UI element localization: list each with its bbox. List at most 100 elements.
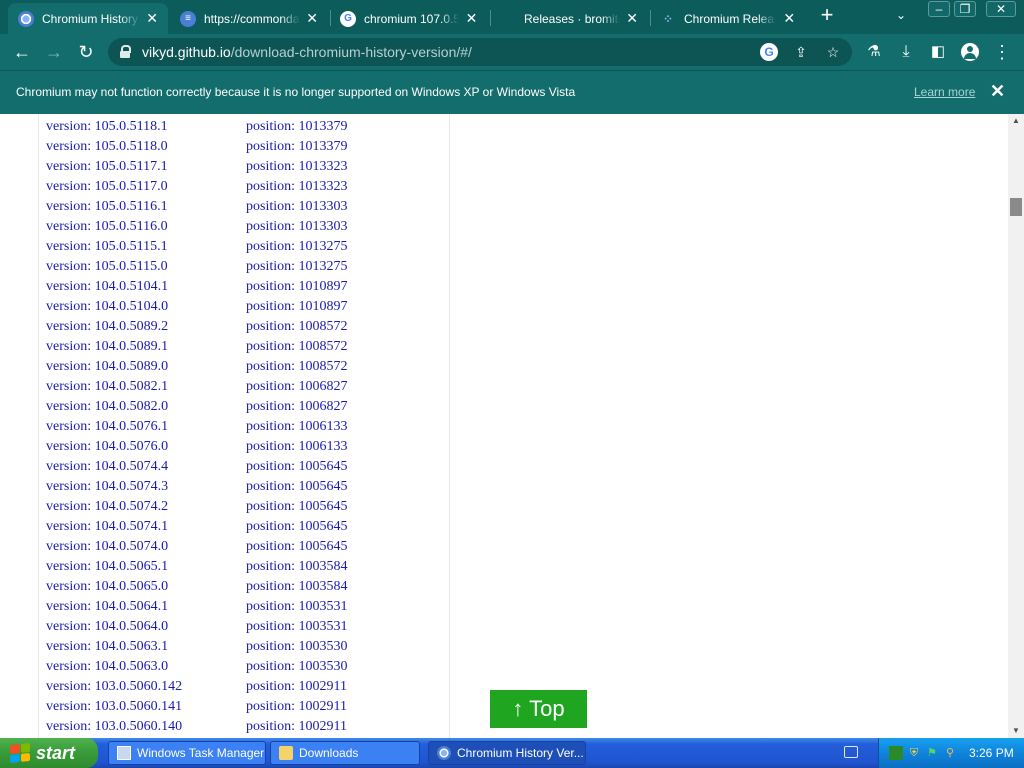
download-icon[interactable]: ⤓ [894,40,918,64]
version-row[interactable]: version: 105.0.5116.0 position: 1013303 [46,217,446,237]
version-row[interactable]: version: 104.0.5076.1 position: 1006133 [46,417,446,437]
version-link[interactable]: version: 104.0.5076.0 [46,437,246,457]
tab-search-chevron-icon[interactable]: ⌄ [896,8,906,22]
tab-chromium-releases[interactable]: ⁘ Chromium Releases ✕ [650,3,806,34]
back-to-top-button[interactable]: ↑ Top [490,690,587,728]
version-link[interactable]: version: 104.0.5064.0 [46,617,246,637]
position-link[interactable]: position: 1013379 [246,137,446,157]
version-row[interactable]: version: 104.0.5074.4 position: 1005645 [46,457,446,477]
position-link[interactable]: position: 1006133 [246,437,446,457]
version-link[interactable]: version: 104.0.5104.0 [46,297,246,317]
position-link[interactable]: position: 1003531 [246,597,446,617]
side-panel-icon[interactable]: ◧ [926,40,950,64]
version-row[interactable]: version: 105.0.5118.0 position: 1013379 [46,137,446,157]
close-tab-icon[interactable]: ✕ [465,10,478,27]
version-link[interactable]: version: 103.0.5060.141 [46,697,246,717]
version-row[interactable]: version: 105.0.5117.0 position: 1013323 [46,177,446,197]
scroll-down-arrow-icon[interactable]: ▼ [1008,724,1024,738]
reload-icon[interactable]: ↻ [74,40,98,64]
forward-arrow-icon[interactable]: → [42,40,66,64]
version-link[interactable]: version: 105.0.5116.1 [46,197,246,217]
url-text[interactable]: vikyd.github.io/download-chromium-histor… [142,44,472,60]
minimize-button[interactable]: – [928,1,950,17]
scrollbar-thumb[interactable] [1010,198,1022,216]
version-link[interactable]: version: 104.0.5082.1 [46,377,246,397]
version-link[interactable]: version: 104.0.5089.2 [46,317,246,337]
version-row[interactable]: version: 105.0.5115.0 position: 1013275 [46,257,446,277]
close-tab-icon[interactable]: ✕ [782,10,796,27]
version-row[interactable]: version: 103.0.5060.141 position: 1002911 [46,697,446,717]
labs-flask-icon[interactable]: ⚗ [862,40,886,64]
position-link[interactable]: position: 1008572 [246,357,446,377]
close-tab-icon[interactable]: ✕ [146,10,158,27]
position-link[interactable]: position: 1013275 [246,257,446,277]
version-link[interactable]: version: 104.0.5082.0 [46,397,246,417]
version-link[interactable]: version: 105.0.5118.0 [46,137,246,157]
address-bar[interactable]: vikyd.github.io/download-chromium-histor… [108,38,852,66]
tab-commondatastorage[interactable]: ≡ https://commondatastorage.googleapis.c… [170,3,328,34]
bookmark-star-icon[interactable]: ☆ [824,43,842,61]
version-link[interactable]: version: 104.0.5063.0 [46,657,246,677]
search-icon[interactable]: ⚲ [943,746,957,760]
kebab-menu-icon[interactable]: ⋮ [990,40,1014,64]
version-row[interactable]: version: 104.0.5104.1 position: 1010897 [46,277,446,297]
version-row[interactable]: version: 104.0.5074.3 position: 1005645 [46,477,446,497]
scroll-up-arrow-icon[interactable]: ▲ [1008,114,1024,128]
position-link[interactable]: position: 1010897 [246,297,446,317]
position-link[interactable]: position: 1005645 [246,537,446,557]
monitor-icon[interactable] [889,746,903,760]
version-row[interactable]: version: 104.0.5082.0 position: 1006827 [46,397,446,417]
version-row[interactable]: version: 104.0.5065.0 position: 1003584 [46,577,446,597]
position-link[interactable]: position: 1003531 [246,617,446,637]
position-link[interactable]: position: 1005645 [246,517,446,537]
close-icon[interactable]: ✕ [990,81,1005,102]
version-row[interactable]: version: 104.0.5063.1 position: 1003530 [46,637,446,657]
version-row[interactable]: version: 104.0.5089.2 position: 1008572 [46,317,446,337]
position-link[interactable]: position: 1002911 [246,697,446,717]
version-link[interactable]: version: 104.0.5064.1 [46,597,246,617]
position-link[interactable]: position: 1013323 [246,157,446,177]
version-link[interactable]: version: 105.0.5118.1 [46,117,246,137]
position-link[interactable]: position: 1013303 [246,217,446,237]
position-link[interactable]: position: 1005645 [246,477,446,497]
version-row[interactable]: version: 104.0.5074.0 position: 1005645 [46,537,446,557]
tab-chromium-history[interactable]: Chromium History Versions ✕ [8,3,168,34]
version-row[interactable]: version: 104.0.5074.2 position: 1005645 [46,497,446,517]
version-row[interactable]: version: 104.0.5064.1 position: 1003531 [46,597,446,617]
version-link[interactable]: version: 105.0.5115.1 [46,237,246,257]
position-link[interactable]: position: 1013379 [246,117,446,137]
vertical-scrollbar[interactable]: ▲ ▼ [1008,114,1024,738]
version-link[interactable]: version: 103.0.5060.142 [46,677,246,697]
close-tab-icon[interactable]: ✕ [306,10,318,27]
version-link[interactable]: version: 104.0.5074.3 [46,477,246,497]
task-chromium-history[interactable]: Chromium History Ver... [428,741,586,765]
position-link[interactable]: position: 1006133 [246,417,446,437]
keyboard-icon[interactable] [844,746,858,758]
tab-chromium-107[interactable]: G chromium 107.0.5304 ✕ [330,3,488,34]
position-link[interactable]: position: 1006827 [246,377,446,397]
version-link[interactable]: version: 104.0.5074.1 [46,517,246,537]
version-row[interactable]: version: 105.0.5118.1 position: 1013379 [46,117,446,137]
position-link[interactable]: position: 1002911 [246,717,446,737]
learn-more-link[interactable]: Learn more [914,85,975,99]
version-link[interactable]: version: 104.0.5076.1 [46,417,246,437]
close-window-button[interactable]: ✕ [986,1,1016,17]
version-row[interactable]: version: 105.0.5115.1 position: 1013275 [46,237,446,257]
version-row[interactable]: version: 104.0.5089.1 position: 1008572 [46,337,446,357]
position-link[interactable]: position: 1005645 [246,457,446,477]
position-link[interactable]: position: 1005645 [246,497,446,517]
version-link[interactable]: version: 105.0.5115.0 [46,257,246,277]
position-link[interactable]: position: 1013323 [246,177,446,197]
position-link[interactable]: position: 1013303 [246,197,446,217]
version-link[interactable]: version: 104.0.5104.1 [46,277,246,297]
position-link[interactable]: position: 1003584 [246,557,446,577]
profile-avatar-icon[interactable] [958,40,982,64]
position-link[interactable]: position: 1013275 [246,237,446,257]
version-link[interactable]: version: 105.0.5117.0 [46,177,246,197]
version-link[interactable]: version: 104.0.5065.1 [46,557,246,577]
share-icon[interactable]: ⇪ [792,43,810,61]
version-link[interactable]: version: 104.0.5074.0 [46,537,246,557]
version-row[interactable]: version: 104.0.5063.0 position: 1003530 [46,657,446,677]
start-button[interactable]: start [0,738,98,768]
task-downloads[interactable]: Downloads [270,741,420,765]
